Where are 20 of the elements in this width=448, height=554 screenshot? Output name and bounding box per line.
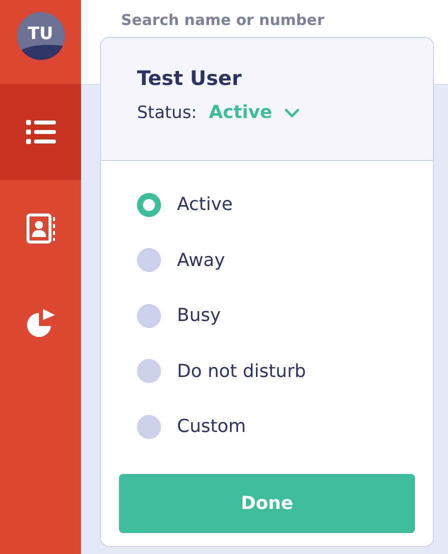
status-option[interactable]: Away (137, 232, 433, 288)
status-label: Status: (137, 102, 197, 122)
status-option[interactable]: Custom (137, 399, 433, 454)
list-icon (26, 120, 56, 144)
radio-button[interactable] (137, 192, 161, 217)
pie-chart-icon (26, 309, 56, 339)
user-avatar[interactable]: TU (16, 12, 64, 60)
contact-book-icon (26, 212, 56, 244)
avatar-initials: TU (28, 24, 54, 44)
chevron-down-icon (284, 108, 300, 118)
sidebar-nav-item[interactable] (0, 84, 81, 180)
radio-button[interactable] (137, 359, 161, 384)
user-name: Test User (137, 66, 243, 90)
search-field[interactable]: Search name or number (119, 10, 423, 30)
radio-button[interactable] (137, 414, 161, 439)
status-option[interactable]: Active (137, 177, 433, 232)
radio-button[interactable] (137, 304, 161, 328)
status-option[interactable]: Busy (137, 288, 433, 344)
status-option[interactable]: Do not disturb (137, 344, 433, 399)
radio-button[interactable] (137, 248, 161, 272)
